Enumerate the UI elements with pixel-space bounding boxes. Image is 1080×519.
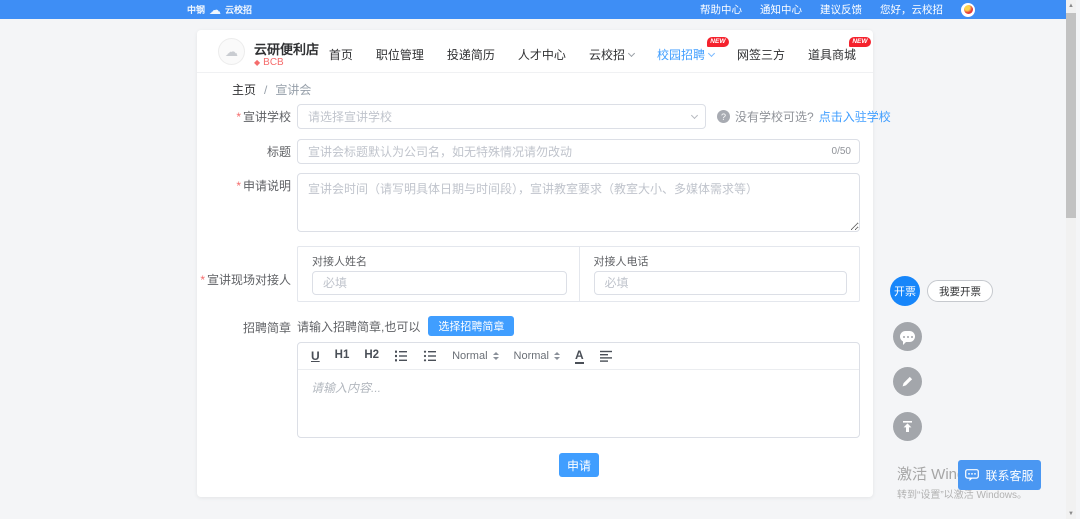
contact-phone-input[interactable]: [594, 271, 848, 295]
breadcrumb: 主页 / 宣讲会: [232, 81, 311, 98]
contact-service-button[interactable]: 联系客服: [958, 460, 1041, 490]
nav-yunxiaozhao[interactable]: 云校招: [589, 46, 634, 63]
scroll-down-arrow[interactable]: ▼: [1066, 508, 1076, 519]
nav-resume-delivery[interactable]: 投递简历: [447, 46, 495, 63]
description-textarea[interactable]: [297, 173, 860, 232]
school-select: [297, 104, 706, 129]
school-help-text: 没有学校可选?: [735, 108, 814, 125]
cloud-icon: ☁: [225, 44, 238, 60]
back-to-top-button[interactable]: [893, 412, 922, 441]
font-format-select[interactable]: Normal: [514, 350, 560, 362]
edit-fab-button[interactable]: [893, 367, 922, 396]
updown-icon: [493, 352, 499, 360]
nav-talent-center[interactable]: 人才中心: [518, 46, 566, 63]
title-label: 标题: [197, 145, 291, 159]
new-badge: NEW: [707, 37, 729, 47]
school-help: ? 没有学校可选? 点击入驻学校: [717, 104, 891, 129]
header-divider: [197, 72, 873, 73]
underline-button[interactable]: U: [311, 350, 320, 362]
pencil-icon: [901, 375, 914, 388]
required-mark: *: [200, 273, 205, 287]
chevron-down-icon: [628, 49, 635, 56]
paragraph-format-select[interactable]: Normal: [452, 350, 498, 362]
apply-button[interactable]: 申请: [559, 453, 599, 477]
nav-campus-recruit[interactable]: 校园招聘NEW: [657, 46, 714, 63]
editor-content[interactable]: 请输入内容...: [298, 370, 859, 438]
contact-box: 对接人姓名 对接人电话: [297, 246, 860, 302]
main-nav: 首页 职位管理 投递简历 人才中心 云校招 校园招聘NEW 网签三方 道具商城N…: [329, 46, 856, 63]
char-counter: 0/50: [832, 146, 851, 157]
logo-text-right: 云校招: [225, 3, 252, 16]
rich-text-editor: U H1 H2 Normal Normal A 请输入内容...: [297, 342, 860, 438]
nav-prop-mall[interactable]: 道具商城NEW: [808, 46, 856, 63]
nav-home[interactable]: 首页: [329, 46, 353, 63]
invoice-request-button[interactable]: 我要开票: [927, 280, 993, 302]
user-avatar[interactable]: [961, 3, 975, 17]
title-field: 0/50: [297, 139, 860, 164]
top-arrow-icon: [901, 420, 914, 433]
contact-phone-label: 对接人电话: [594, 253, 649, 269]
nav-job-management[interactable]: 职位管理: [376, 46, 424, 63]
chat-bubble-icon: [900, 331, 915, 342]
help-center-link[interactable]: 帮助中心: [700, 2, 742, 17]
company-avatar: ☁: [218, 38, 245, 65]
register-school-link[interactable]: 点击入驻学校: [819, 108, 891, 125]
chevron-down-icon: [708, 49, 715, 56]
logo-text-left: 中钢: [187, 3, 205, 16]
breadcrumb-separator: /: [264, 83, 267, 97]
greeting-user-link[interactable]: 您好，云校招: [880, 2, 943, 17]
scroll-up-arrow[interactable]: ▲: [1066, 0, 1076, 11]
school-label: *宣讲学校: [197, 110, 291, 124]
breadcrumb-current: 宣讲会: [275, 81, 311, 98]
contact-name-cell: 对接人姓名: [298, 247, 579, 301]
text-color-button[interactable]: A: [575, 349, 584, 364]
title-input[interactable]: [297, 139, 860, 164]
badge-icon: ◆: [254, 58, 260, 67]
brochure-row: 请输入招聘简章,也可以 选择招聘简章: [297, 316, 514, 336]
editor-toolbar: U H1 H2 Normal Normal A: [298, 343, 859, 370]
bullet-list-icon[interactable]: [423, 350, 437, 362]
description-label: *申请说明: [197, 179, 291, 193]
company-badge: ◆ BCB: [254, 57, 284, 68]
contact-label: *宣讲现场对接人: [197, 273, 291, 287]
scrollbar[interactable]: ▲ ▼: [1066, 0, 1076, 519]
question-icon: ?: [717, 110, 730, 123]
editor-placeholder: 请输入内容...: [311, 379, 381, 396]
heading2-button[interactable]: H2: [364, 350, 379, 362]
topbar-menu: 帮助中心 通知中心 建议反馈 您好，云校招: [700, 0, 975, 19]
brochure-label: 招聘简章: [197, 321, 291, 335]
page: 中钢 ☁ 云校招 帮助中心 通知中心 建议反馈 您好，云校招 ☁ 云研便利店 ◆…: [0, 0, 1080, 519]
main-card: ☁ 云研便利店 ◆ BCB 首页 职位管理 投递简历 人才中心 云校招 校园招聘…: [197, 30, 873, 497]
contact-phone-cell: 对接人电话: [579, 247, 860, 301]
invoice-button[interactable]: 开票: [890, 276, 920, 306]
chat-icon: [965, 469, 979, 482]
topbar: 中钢 ☁ 云校招 帮助中心 通知中心 建议反馈 您好，云校招: [0, 0, 1066, 19]
chat-fab-button[interactable]: [893, 322, 922, 351]
brochure-hint: 请输入招聘简章,也可以: [297, 318, 420, 335]
contact-name-label: 对接人姓名: [312, 253, 367, 269]
site-logo: 中钢 ☁ 云校招: [187, 0, 252, 19]
scrollbar-thumb[interactable]: [1066, 13, 1076, 218]
ordered-list-icon[interactable]: [394, 350, 408, 362]
breadcrumb-home[interactable]: 主页: [232, 81, 256, 98]
school-select-input[interactable]: [297, 104, 706, 129]
updown-icon: [554, 352, 560, 360]
nav-tripartite[interactable]: 网签三方: [737, 46, 785, 63]
feedback-link[interactable]: 建议反馈: [820, 2, 862, 17]
choose-brochure-button[interactable]: 选择招聘简章: [428, 316, 514, 336]
align-left-icon[interactable]: [599, 350, 613, 362]
notification-center-link[interactable]: 通知中心: [760, 2, 802, 17]
required-mark: *: [236, 110, 241, 124]
required-mark: *: [236, 179, 241, 193]
new-badge: NEW: [849, 37, 871, 47]
heading1-button[interactable]: H1: [335, 350, 350, 362]
cloud-icon: ☁: [209, 4, 221, 16]
contact-name-input[interactable]: [312, 271, 567, 295]
company-name: 云研便利店: [254, 39, 319, 58]
